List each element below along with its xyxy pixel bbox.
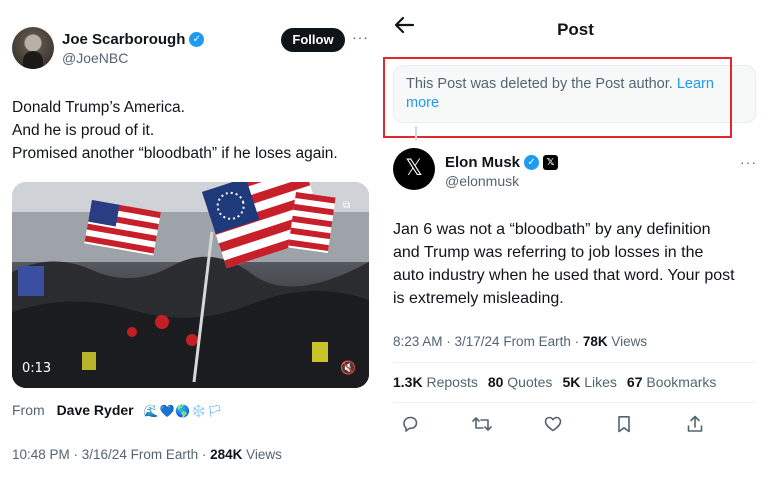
views-label: Views xyxy=(607,334,648,349)
follow-button[interactable]: Follow xyxy=(281,28,345,52)
more-options-icon[interactable]: ··· xyxy=(352,29,369,45)
timestamp[interactable]: 10:48 PM · 3/16/24 From Earth · xyxy=(12,447,210,462)
picture-in-picture-icon[interactable]: ⧉ xyxy=(343,200,350,211)
thread-connector xyxy=(415,126,417,140)
from-name[interactable]: Dave Ryder xyxy=(57,402,134,418)
page-title: Post xyxy=(557,20,594,39)
tweet-meta: 10:48 PM · 3/16/24 From Earth · 284K Vie… xyxy=(12,447,282,462)
from-emojis: 🌊💙🌎❄️🏳 xyxy=(143,404,224,418)
post-text-line: is extremely misleading. xyxy=(393,290,564,307)
reposts-stat[interactable]: 1.3K Reposts xyxy=(393,374,478,390)
engagement-stats: 1.3K Reposts 80 Quotes 5K Likes 67 Bookm… xyxy=(393,374,716,390)
author-name-text[interactable]: Joe Scarborough xyxy=(62,31,185,48)
from-label: From xyxy=(12,402,45,418)
reply-icon[interactable] xyxy=(400,410,424,438)
post-text-line: auto industry when he used that word. Yo… xyxy=(393,267,735,284)
bookmark-icon[interactable] xyxy=(614,410,638,438)
left-tweet: Joe Scarborough ✓ @JoeNBC Follow ··· Don… xyxy=(0,0,378,479)
author-name-text[interactable]: Elon Musk xyxy=(445,154,520,171)
author-name[interactable]: Joe Scarborough ✓ xyxy=(62,31,205,48)
quotes-stat[interactable]: 80 Quotes xyxy=(488,374,553,390)
avatar[interactable]: 𝕏 xyxy=(393,148,435,190)
verified-badge-icon: ✓ xyxy=(189,32,205,47)
highlight-outline xyxy=(383,57,732,138)
post-text-line: and Trump was referring to job losses in… xyxy=(393,244,704,261)
verified-badge-icon: ✓ xyxy=(524,155,540,170)
tweet-text-line: Donald Trump’s America. xyxy=(12,99,185,116)
views-count: 78K xyxy=(582,334,608,349)
more-options-icon[interactable]: ··· xyxy=(740,154,757,170)
tweet-text-line: And he is proud of it. xyxy=(12,122,155,139)
right-post: Post This Post was deleted by the Post a… xyxy=(378,0,770,479)
post-meta: 8:23 AM · 3/17/24 From Earth · 78K Views xyxy=(393,334,647,349)
divider xyxy=(393,402,756,403)
views-count: 284K xyxy=(210,447,243,462)
likes-stat[interactable]: 5K Likes xyxy=(562,374,616,390)
tweet-text-line: Promised another “bloodbath” if he loses… xyxy=(12,145,338,162)
author-handle[interactable]: @elonmusk xyxy=(445,173,519,189)
post-text: Jan 6 was not a “bloodbath” by any defin… xyxy=(393,218,763,310)
video-duration: 0:13 xyxy=(22,361,52,376)
divider xyxy=(393,362,756,363)
author-handle[interactable]: @JoeNBC xyxy=(62,50,128,66)
bookmarks-stat[interactable]: 67 Bookmarks xyxy=(627,374,717,390)
author-name[interactable]: Elon Musk ✓ 𝕏 xyxy=(445,154,559,171)
repost-icon[interactable] xyxy=(471,410,495,438)
action-bar xyxy=(393,410,733,438)
post-text-line: Jan 6 was not a “bloodbath” by any defin… xyxy=(393,221,711,238)
tweet-text: Donald Trump’s America. And he is proud … xyxy=(12,96,372,165)
mute-icon[interactable]: 🔇 xyxy=(340,360,356,376)
x-affiliation-icon[interactable]: 𝕏 xyxy=(543,155,559,170)
views-label: Views xyxy=(242,447,282,462)
timestamp[interactable]: 8:23 AM · 3/17/24 From Earth · xyxy=(393,334,583,349)
share-icon[interactable] xyxy=(685,410,709,438)
video-player[interactable] xyxy=(12,182,369,388)
like-icon[interactable] xyxy=(543,410,567,438)
video-attribution: From Dave Ryder 🌊💙🌎❄️🏳 xyxy=(12,402,224,418)
video-thumbnail xyxy=(12,182,369,388)
avatar[interactable] xyxy=(12,27,54,69)
